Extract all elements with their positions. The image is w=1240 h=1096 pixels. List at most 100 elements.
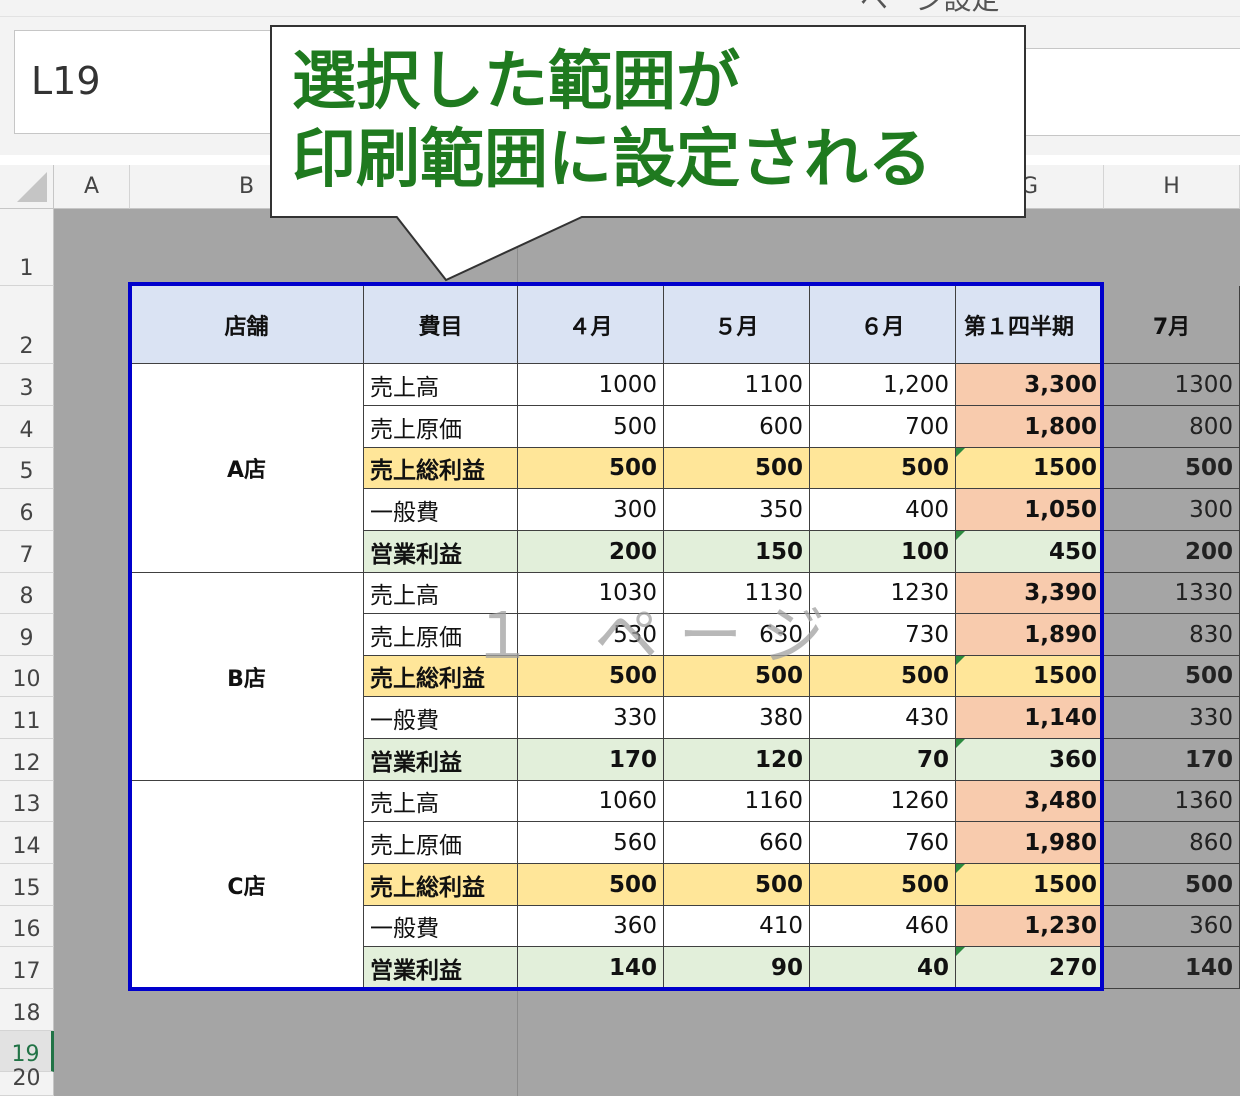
value-cell-q1[interactable]: 450	[956, 531, 1104, 573]
value-cell-q1[interactable]: 1500	[956, 448, 1104, 489]
value-cell-q1[interactable]: 1,140	[956, 697, 1104, 739]
header-cell-may[interactable]: ５月	[664, 286, 810, 364]
value-cell-jul[interactable]: 1330	[1104, 573, 1240, 614]
item-cell[interactable]: 一般費	[364, 697, 518, 739]
item-cell[interactable]: 一般費	[364, 906, 518, 947]
value-cell-may[interactable]: 1100	[664, 364, 810, 406]
row-header-4[interactable]: 4	[0, 406, 54, 448]
item-cell[interactable]: 売上原価	[364, 822, 518, 864]
header-cell-store[interactable]: 店舗	[130, 286, 364, 364]
header-cell-jul[interactable]: 7月	[1104, 286, 1240, 364]
row-header-17[interactable]: 17	[0, 947, 54, 989]
value-cell-may[interactable]: 410	[664, 906, 810, 947]
value-cell-jun[interactable]: 760	[810, 822, 956, 864]
row-header-11[interactable]: 11	[0, 697, 54, 739]
value-cell-jun[interactable]: 700	[810, 406, 956, 448]
row-header-7[interactable]: 7	[0, 531, 54, 573]
row-header-1[interactable]: 1	[0, 209, 54, 286]
value-cell-jun[interactable]: 460	[810, 906, 956, 947]
value-cell-jul[interactable]: 860	[1104, 822, 1240, 864]
row-header-15[interactable]: 15	[0, 864, 54, 906]
row-header-13[interactable]: 13	[0, 781, 54, 822]
value-cell-q1[interactable]: 1,890	[956, 614, 1104, 656]
value-cell-jul[interactable]: 500	[1104, 448, 1240, 489]
value-cell-jun[interactable]: 70	[810, 739, 956, 781]
value-cell-jun[interactable]: 1,200	[810, 364, 956, 406]
value-cell-apr[interactable]: 360	[518, 906, 664, 947]
value-cell-may[interactable]: 500	[664, 448, 810, 489]
value-cell-q1[interactable]: 270	[956, 947, 1104, 989]
value-cell-q1[interactable]: 1,980	[956, 822, 1104, 864]
value-cell-jul[interactable]: 300	[1104, 489, 1240, 531]
item-cell[interactable]: 売上総利益	[364, 448, 518, 489]
value-cell-q1[interactable]: 1,230	[956, 906, 1104, 947]
value-cell-jun[interactable]: 500	[810, 864, 956, 906]
item-cell[interactable]: 営業利益	[364, 947, 518, 989]
value-cell-jun[interactable]: 40	[810, 947, 956, 989]
row-header-10[interactable]: 10	[0, 656, 54, 697]
value-cell-apr[interactable]: 530	[518, 614, 664, 656]
value-cell-q1[interactable]: 3,390	[956, 573, 1104, 614]
value-cell-may[interactable]: 350	[664, 489, 810, 531]
header-cell-item[interactable]: 費目	[364, 286, 518, 364]
item-cell[interactable]: 売上原価	[364, 406, 518, 448]
value-cell-apr[interactable]: 1030	[518, 573, 664, 614]
item-cell[interactable]: 売上高	[364, 781, 518, 822]
value-cell-jun[interactable]: 100	[810, 531, 956, 573]
row-header-20[interactable]: 20	[0, 1066, 54, 1096]
column-header-a[interactable]: A	[54, 165, 130, 209]
row-header-8[interactable]: 8	[0, 573, 54, 614]
value-cell-q1[interactable]: 1500	[956, 864, 1104, 906]
header-cell-apr[interactable]: ４月	[518, 286, 664, 364]
value-cell-jul[interactable]: 500	[1104, 864, 1240, 906]
value-cell-q1[interactable]: 1,800	[956, 406, 1104, 448]
value-cell-jul[interactable]: 200	[1104, 531, 1240, 573]
value-cell-apr[interactable]: 500	[518, 448, 664, 489]
value-cell-apr[interactable]: 200	[518, 531, 664, 573]
formula-bar[interactable]	[1010, 48, 1240, 136]
value-cell-may[interactable]: 630	[664, 614, 810, 656]
item-cell[interactable]: 売上原価	[364, 614, 518, 656]
item-cell[interactable]: 売上高	[364, 573, 518, 614]
value-cell-jul[interactable]: 140	[1104, 947, 1240, 989]
value-cell-may[interactable]: 90	[664, 947, 810, 989]
store-name-cell[interactable]: B店	[130, 573, 364, 781]
value-cell-jul[interactable]: 1300	[1104, 364, 1240, 406]
value-cell-may[interactable]: 120	[664, 739, 810, 781]
value-cell-apr[interactable]: 170	[518, 739, 664, 781]
value-cell-jun[interactable]: 1230	[810, 573, 956, 614]
value-cell-jun[interactable]: 500	[810, 656, 956, 697]
item-cell[interactable]: 一般費	[364, 489, 518, 531]
header-cell-jun[interactable]: ６月	[810, 286, 956, 364]
item-cell[interactable]: 売上高	[364, 364, 518, 406]
value-cell-jul[interactable]: 330	[1104, 697, 1240, 739]
value-cell-may[interactable]: 380	[664, 697, 810, 739]
row-header-3[interactable]: 3	[0, 364, 54, 406]
value-cell-q1[interactable]: 1500	[956, 656, 1104, 697]
value-cell-may[interactable]: 150	[664, 531, 810, 573]
store-name-cell[interactable]: C店	[130, 781, 364, 989]
item-cell[interactable]: 営業利益	[364, 531, 518, 573]
row-header-5[interactable]: 5	[0, 448, 54, 489]
value-cell-jul[interactable]: 360	[1104, 906, 1240, 947]
row-header-14[interactable]: 14	[0, 822, 54, 864]
value-cell-jun[interactable]: 400	[810, 489, 956, 531]
value-cell-jul[interactable]: 170	[1104, 739, 1240, 781]
value-cell-jun[interactable]: 430	[810, 697, 956, 739]
row-header-6[interactable]: 6	[0, 489, 54, 531]
row-header-18[interactable]: 18	[0, 989, 54, 1031]
value-cell-may[interactable]: 1160	[664, 781, 810, 822]
row-header-12[interactable]: 12	[0, 739, 54, 781]
value-cell-q1[interactable]: 3,480	[956, 781, 1104, 822]
item-cell[interactable]: 売上総利益	[364, 656, 518, 697]
select-all-corner[interactable]	[0, 165, 54, 209]
value-cell-q1[interactable]: 3,300	[956, 364, 1104, 406]
value-cell-jun[interactable]: 730	[810, 614, 956, 656]
value-cell-may[interactable]: 1130	[664, 573, 810, 614]
row-header-9[interactable]: 9	[0, 614, 54, 656]
value-cell-may[interactable]: 600	[664, 406, 810, 448]
item-cell[interactable]: 営業利益	[364, 739, 518, 781]
value-cell-may[interactable]: 660	[664, 822, 810, 864]
value-cell-apr[interactable]: 500	[518, 406, 664, 448]
value-cell-jul[interactable]: 1360	[1104, 781, 1240, 822]
